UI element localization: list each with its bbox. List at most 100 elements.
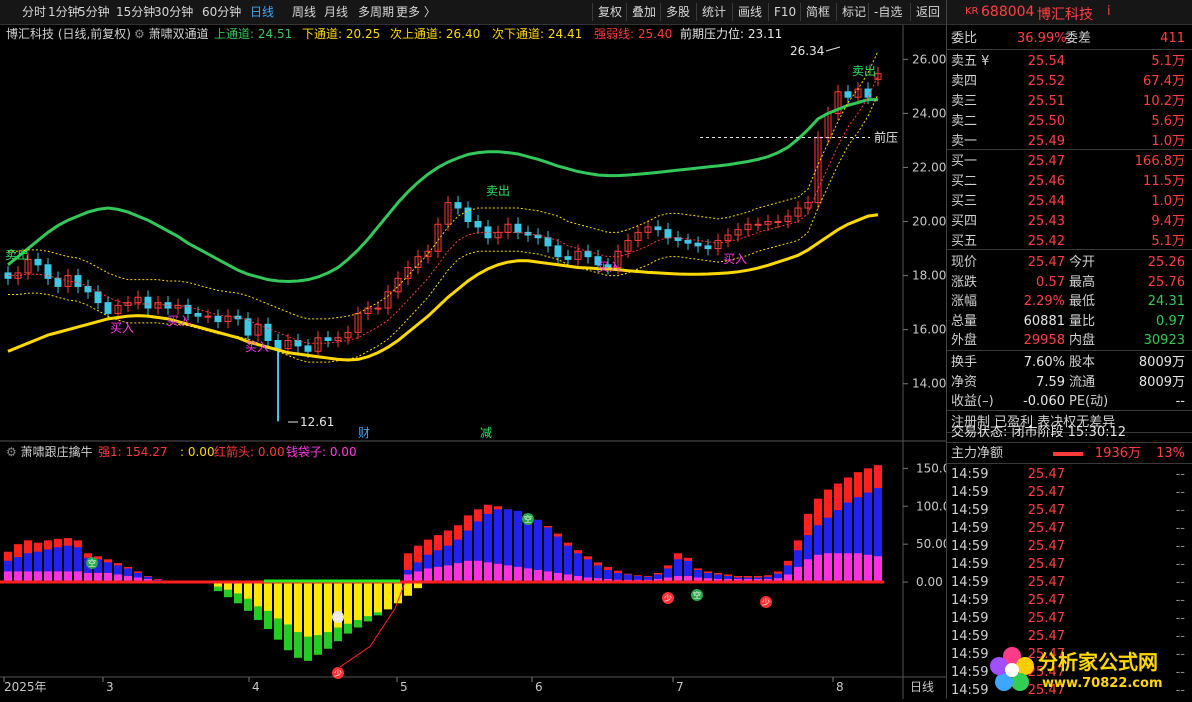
candle-body (774, 221, 782, 224)
fund-value: -0.060 (1023, 394, 1065, 409)
panel-divider (947, 149, 1192, 150)
toolbar-action-5[interactable]: F10 (774, 4, 796, 20)
toolbar-separator (696, 3, 697, 21)
period-tab-0[interactable]: 分时 (22, 4, 46, 20)
panel-divider (947, 350, 1192, 351)
period-tab-4[interactable]: 30分钟 (154, 4, 193, 20)
sub-bar-2 (74, 571, 82, 583)
weibi-label: 委比 (951, 31, 978, 46)
sub-bar-2 (484, 562, 492, 583)
price-tick-label: 24.00 (912, 106, 946, 120)
date-label: 3 (106, 680, 114, 694)
toolbar-action-9[interactable]: 返回 (916, 4, 940, 20)
sub-bar-2 (454, 563, 462, 583)
fund-value: 7.59 (1036, 374, 1065, 390)
kline-chart[interactable]: 26.00 24.00 22.00 20.00 18.00 16.00 14.00 前压 26.… (0, 25, 946, 699)
toolbar-action-6[interactable]: 简框 (806, 4, 830, 20)
stat-label: 涨幅 (951, 294, 978, 309)
stock-title-bar: KR 688004 博汇科技 i (946, 0, 1192, 25)
toolbar-separator (626, 3, 627, 21)
toolbar-action-7[interactable]: 标记 (842, 4, 866, 20)
price-tick-label: 26.00 (912, 52, 946, 66)
tick-time: 14:59 (951, 467, 989, 482)
pressure-label: 前压 (874, 129, 898, 144)
candle-body (544, 237, 552, 247)
toolbar-separator (768, 3, 769, 21)
sub-bar-2 (874, 556, 882, 583)
tick-price: 25.47 (1027, 521, 1065, 536)
period-tab-9[interactable]: 多周期 (358, 4, 394, 20)
stat-label: 现价 (951, 255, 978, 270)
date-label: 6 (535, 680, 543, 694)
toolbar-separator (800, 3, 801, 21)
period-tab-6[interactable]: 日线 (250, 4, 274, 20)
sub-tick-label: 150.0 (916, 461, 946, 475)
sell-level-label: 卖四 (951, 74, 978, 89)
period-tab-10[interactable]: 更多 〉 (396, 4, 436, 20)
tick-time: 14:59 (951, 503, 989, 518)
toolbar-action-3[interactable]: 统计 (702, 4, 726, 20)
buy-level-label: 买四 (951, 214, 978, 229)
candle-body (664, 229, 672, 239)
period-tab-3[interactable]: 15分钟 (116, 4, 155, 20)
period-label: 日线 (910, 680, 934, 694)
period-tab-2[interactable]: 5分钟 (78, 4, 110, 20)
toolbar-separator (868, 3, 869, 21)
fund-value: -- (1175, 394, 1185, 409)
buy-level-price: 25.44 (1027, 194, 1065, 209)
stat-label: 今开 (1069, 255, 1096, 270)
candle-body (474, 221, 482, 228)
stat-label: 涨跌 (951, 274, 978, 290)
sub-bar-2 (14, 571, 22, 583)
sub-neg-bar-3 (354, 582, 362, 620)
sub-tick-label: 50.00 (916, 537, 946, 551)
toolbar-action-4[interactable]: 画线 (738, 4, 762, 20)
fund-label: 净资 (951, 374, 978, 390)
tick-time: 14:59 (951, 557, 989, 572)
stock-name[interactable]: 博汇科技 (1037, 4, 1093, 24)
sub-bar-2 (464, 560, 472, 583)
main-net-label[interactable]: 主力净额 (951, 444, 1003, 463)
sub-bar-2 (44, 571, 52, 583)
candle-body (694, 242, 702, 247)
panel-divider (947, 410, 1192, 411)
sub-bar-2 (54, 571, 62, 583)
tick-time: 14:59 (951, 539, 989, 554)
buy-signal-label: 买入 (167, 314, 191, 328)
buy-signal-label: 买入 (245, 340, 269, 354)
tick-time: 14:59 (951, 593, 989, 608)
sub-bar-2 (844, 553, 852, 583)
shao-marker: 少 (762, 598, 770, 607)
buy-level-volume: 11.5万 (1143, 174, 1185, 189)
stat-label: 内盘 (1069, 333, 1096, 348)
finance-marker: 财 (358, 426, 370, 440)
quote-panel: 委比 36.99% 委差 411 卖五 ¥ 25.54 5.1万 卖四 25.52 67.4万 卖三… (946, 25, 1192, 699)
fund-value: 8009万 (1138, 355, 1185, 370)
date-label: 7 (676, 680, 684, 694)
period-tab-1[interactable]: 1分钟 (48, 4, 80, 20)
sell-level-label: 卖三 (951, 94, 978, 109)
toolbar-action-8[interactable]: -自选 (874, 4, 902, 20)
stat-value: 0.57 (1036, 274, 1065, 290)
toolbar-action-2[interactable]: 多股 (666, 4, 690, 20)
toolbar-action-0[interactable]: 复权 (598, 4, 622, 20)
sub-neg-bar-3 (314, 582, 322, 636)
period-tab-8[interactable]: 月线 (324, 4, 348, 20)
toolbar-action-1[interactable]: 叠加 (632, 4, 656, 20)
stat-value: 2.29% (1023, 294, 1065, 309)
sub-neg-bar-3 (364, 582, 372, 617)
toolbar-separator (660, 3, 661, 21)
net-bar (1053, 452, 1083, 456)
toolbar-separator (732, 3, 733, 21)
sell-level-price: 25.52 (1027, 74, 1065, 89)
sub-bar-2 (494, 563, 502, 583)
main-net-value: 1936万 (1094, 446, 1141, 461)
period-tab-7[interactable]: 周线 (292, 4, 316, 20)
fund-value: 8009万 (1138, 374, 1185, 390)
sell-level-price: 25.54 (1027, 54, 1065, 69)
stat-value: 29958 (1023, 333, 1065, 348)
period-tab-5[interactable]: 60分钟 (202, 4, 241, 20)
candle-body (554, 245, 562, 258)
panel-divider (947, 463, 1192, 464)
sell-level-volume: 5.6万 (1151, 114, 1185, 129)
